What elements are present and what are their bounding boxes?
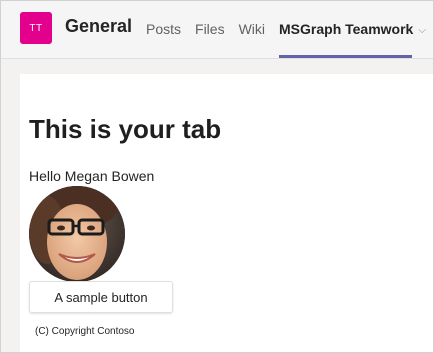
page-title: This is your tab [29, 114, 222, 144]
team-initials: TT [29, 22, 43, 34]
tab-content: This is your tab Hello Megan Bowen A sam… [20, 74, 433, 352]
tab-label: Files [195, 21, 225, 37]
tab-files[interactable]: Files [195, 1, 225, 59]
teams-window: TT General Posts Files Wiki MSGraph Team… [0, 0, 434, 353]
greeting-text: Hello Megan Bowen [29, 168, 155, 184]
channel-tabs: Posts Files Wiki MSGraph Teamwork ⌵ [146, 1, 434, 59]
tab-wiki[interactable]: Wiki [239, 1, 265, 59]
tab-label: Posts [146, 21, 182, 37]
tab-msgraph-teamwork[interactable]: MSGraph Teamwork ⌵ [279, 1, 426, 59]
channel-header: TT General Posts Files Wiki MSGraph Team… [1, 1, 433, 59]
copyright-text: (C) Copyright Contoso [35, 326, 135, 337]
team-avatar[interactable]: TT [20, 12, 52, 44]
tab-label: MSGraph Teamwork [279, 21, 414, 37]
user-photo [29, 186, 125, 282]
chevron-down-icon[interactable]: ⌵ [418, 25, 426, 36]
user-photo-image [29, 186, 125, 282]
sample-button[interactable]: A sample button [29, 281, 173, 313]
channel-title: General [65, 16, 133, 36]
tab-posts[interactable]: Posts [146, 1, 181, 59]
tab-label: Wiki [238, 21, 266, 37]
